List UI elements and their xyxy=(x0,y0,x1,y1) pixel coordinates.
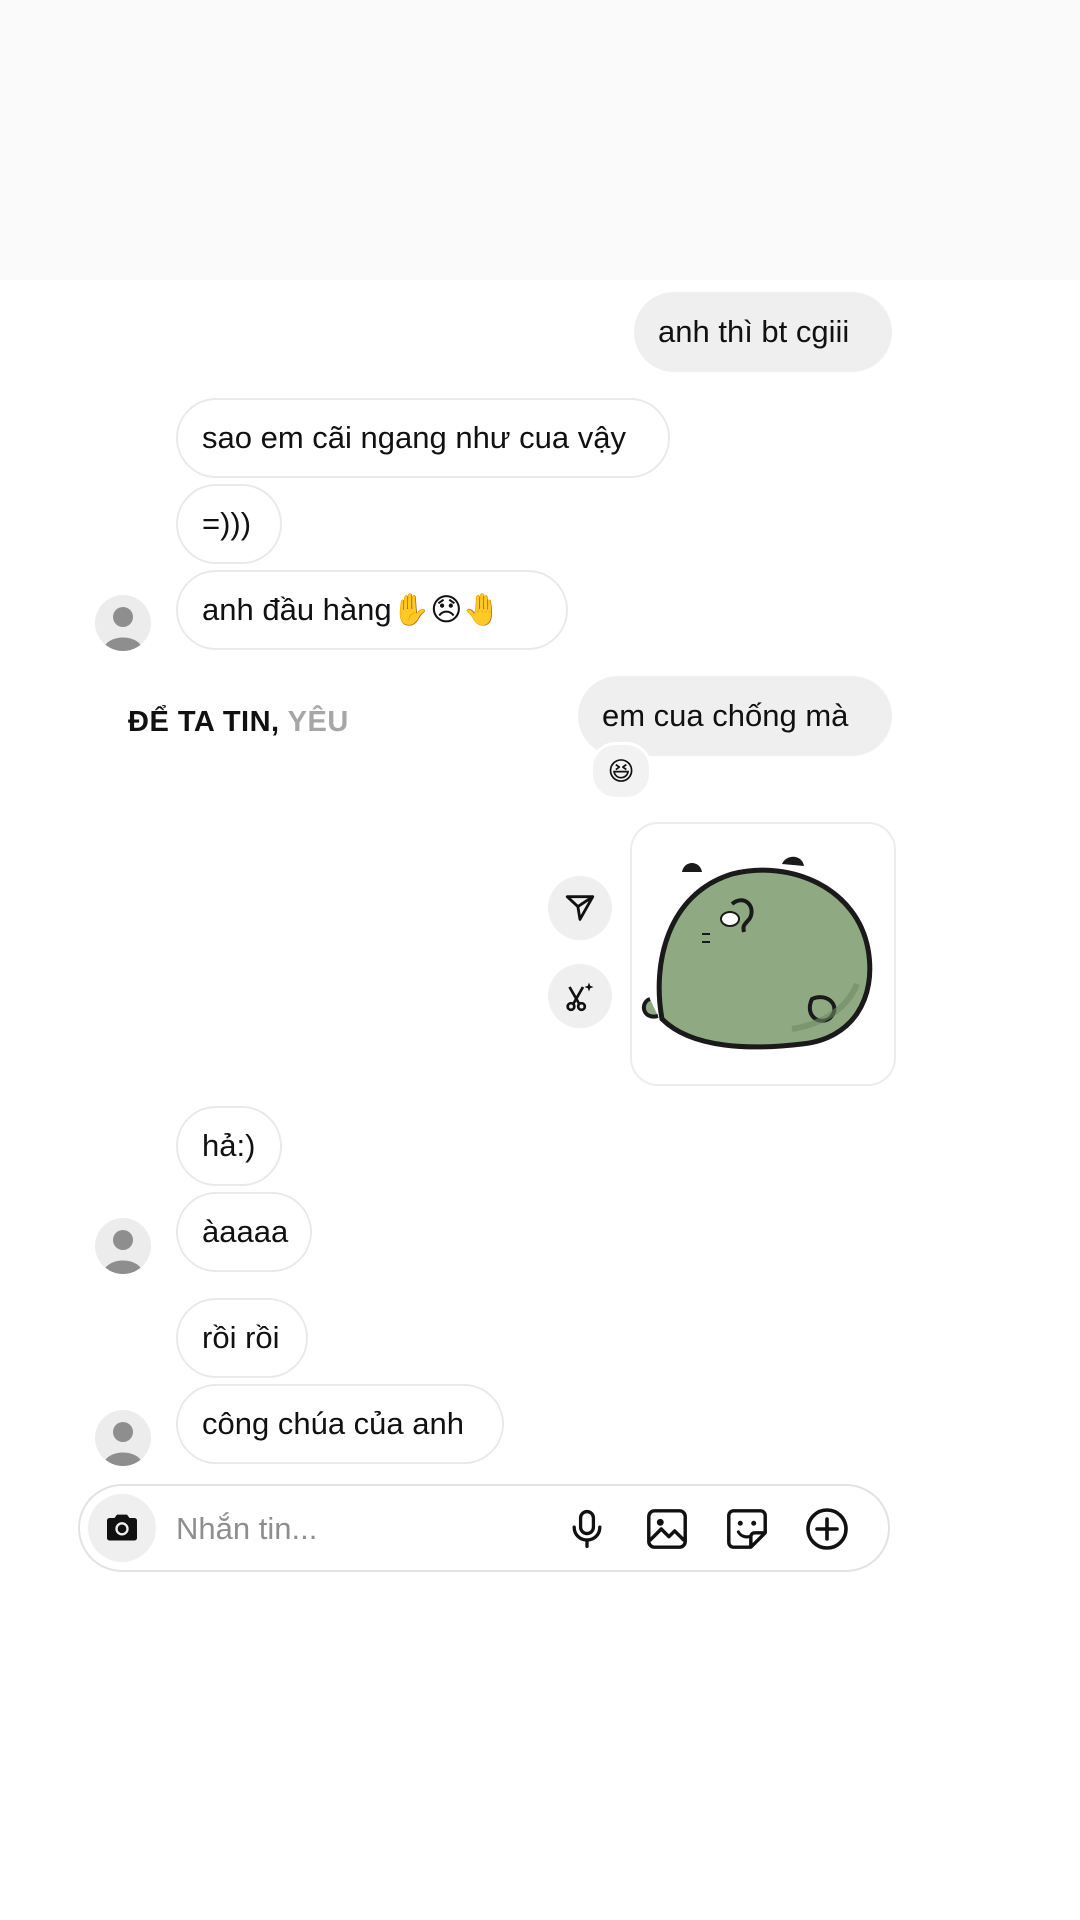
message-bubble-incoming[interactable]: hả:) xyxy=(176,1106,282,1186)
sticker-button[interactable] xyxy=(722,1504,772,1554)
default-avatar-icon xyxy=(103,1230,143,1274)
gallery-button[interactable] xyxy=(642,1504,692,1554)
forward-button[interactable] xyxy=(548,876,612,940)
avatar[interactable] xyxy=(95,1218,151,1274)
default-avatar-icon xyxy=(103,1422,143,1466)
green-blob-sticker xyxy=(641,856,873,1050)
sticker-message[interactable] xyxy=(630,822,896,1086)
message-bubble-outgoing[interactable]: anh thì bt cgiii xyxy=(634,292,892,372)
remix-icon xyxy=(566,982,594,1012)
gallery-icon xyxy=(647,1509,687,1549)
message-composer xyxy=(78,1484,890,1572)
sticker-icon xyxy=(727,1509,767,1549)
remix-button[interactable] xyxy=(548,964,612,1028)
bottom-blank-area xyxy=(0,1660,1080,1920)
microphone-button[interactable] xyxy=(562,1504,612,1554)
message-bubble-incoming[interactable]: =))) xyxy=(176,484,282,564)
default-avatar-icon xyxy=(103,607,143,651)
forward-icon xyxy=(565,895,595,921)
avatar[interactable] xyxy=(95,595,151,651)
camera-button[interactable] xyxy=(88,1494,156,1562)
message-bubble-incoming[interactable]: công chúa của anh xyxy=(176,1384,504,1464)
overlay-caption: ĐỂ TA TIN, YÊU xyxy=(128,706,349,739)
camera-icon xyxy=(107,1514,137,1541)
microphone-icon xyxy=(572,1509,602,1549)
message-bubble-incoming[interactable]: rồi rồi xyxy=(176,1298,308,1378)
message-reaction[interactable]: 😆 xyxy=(590,742,652,800)
avatar[interactable] xyxy=(95,1410,151,1466)
message-bubble-incoming[interactable]: àaaaa xyxy=(176,1192,312,1272)
message-bubble-incoming[interactable]: anh đầu hàng✋😞🤚 xyxy=(176,570,568,650)
message-bubble-incoming[interactable]: sao em cãi ngang như cua vậy xyxy=(176,398,670,478)
overlay-caption-light: YÊU xyxy=(287,706,349,738)
plus-circle-icon xyxy=(806,1508,848,1550)
top-blank-area xyxy=(0,0,1080,280)
message-input[interactable] xyxy=(174,1498,538,1560)
plus-button[interactable] xyxy=(802,1504,852,1554)
overlay-caption-dark: ĐỂ TA TIN, xyxy=(128,706,288,738)
